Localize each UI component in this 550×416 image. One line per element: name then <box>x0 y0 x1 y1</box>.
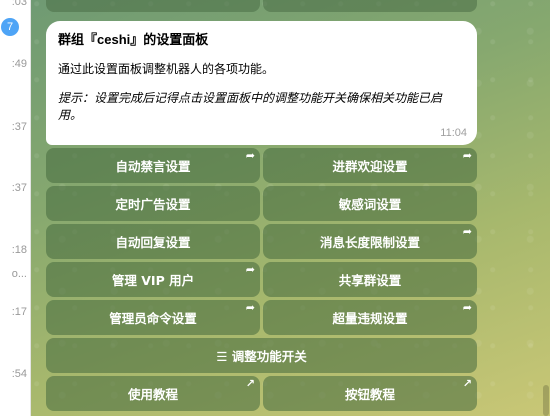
scrollbar-thumb[interactable] <box>543 385 549 416</box>
scrollbar[interactable] <box>543 0 549 416</box>
inline-keyboard: 自动禁言设置 ➦ 进群欢迎设置 ➦ 定时广告设置 敏感词设置自动回复设置 消息长度限制设置 ➦… <box>46 148 477 414</box>
chat-time: :17 <box>11 306 27 318</box>
previous-keyboard-button[interactable] <box>46 0 260 12</box>
previous-keyboard-button[interactable] <box>263 0 477 12</box>
external-link-icon: ↗ <box>462 377 472 390</box>
share-arrow-icon: ➦ <box>462 301 472 314</box>
keyboard-row: ☰ 调整功能开关 <box>46 338 477 373</box>
keyboard-button-label: 自动禁言设置 <box>115 159 191 174</box>
keyboard-button-label: 共享群设置 <box>338 273 402 288</box>
keyboard-button-label: 消息长度限制设置 <box>319 235 420 250</box>
chat-time: :37 <box>11 182 27 194</box>
keyboard-button[interactable]: 超量违规设置 ➦ <box>263 300 477 335</box>
keyboard-button-label: 自动回复设置 <box>115 235 191 250</box>
keyboard-row: 定时广告设置 敏感词设置 <box>46 186 477 221</box>
keyboard-button-label: 使用教程 <box>127 387 178 402</box>
keyboard-row: 管理员命令设置 ➦ 超量违规设置 ➦ <box>46 300 477 335</box>
chat-time: :03 <box>11 0 27 8</box>
unread-badge: 7 <box>1 18 19 36</box>
keyboard-row: 管理 VIP 用户 ➦ 共享群设置 <box>46 262 477 297</box>
message-time: 11:04 <box>440 127 467 139</box>
keyboard-button-label: 按钮教程 <box>344 387 395 402</box>
keyboard-button[interactable]: 消息长度限制设置 ➦ <box>263 224 477 259</box>
chat-list-strip: :03 7 :49 :37 :37 :18 o... :17 :54 <box>0 0 31 416</box>
chat-area: 群组『ceshi』的设置面板 通过此设置面板调整机器人的各项功能。 提示：设置完… <box>31 0 550 416</box>
keyboard-button[interactable]: 进群欢迎设置 ➦ <box>263 148 477 183</box>
message-text: 通过此设置面板调整机器人的各项功能。 <box>58 62 275 76</box>
share-arrow-icon: ➦ <box>462 225 472 238</box>
keyboard-button-label: 管理 VIP 用户 <box>111 273 195 288</box>
keyboard-button[interactable]: 共享群设置 <box>263 262 477 297</box>
chat-time: :54 <box>11 368 27 380</box>
keyboard-button[interactable]: 使用教程 ↗ <box>46 376 260 411</box>
chat-time: :18 <box>11 244 27 256</box>
keyboard-row: 使用教程 ↗ 按钮教程 ↗ <box>46 376 477 411</box>
keyboard-button[interactable]: 自动禁言设置 ➦ <box>46 148 260 183</box>
share-arrow-icon: ➦ <box>245 149 255 162</box>
keyboard-button-label: 管理员命令设置 <box>109 311 197 326</box>
keyboard-button-label: 超量违规设置 <box>332 311 408 326</box>
keyboard-button[interactable]: 定时广告设置 <box>46 186 260 221</box>
message-hint: 提示：设置完成后记得点击设置面板中的调整功能开关确保相关功能已启用。 <box>58 91 443 122</box>
message-title: 群组『ceshi』的设置面板 <box>58 32 209 47</box>
keyboard-row: 自动回复设置 消息长度限制设置 ➦ <box>46 224 477 259</box>
keyboard-button-label: ☰ 调整功能开关 <box>216 349 307 364</box>
share-arrow-icon: ➦ <box>245 263 255 276</box>
external-link-icon: ↗ <box>245 377 255 390</box>
keyboard-button[interactable]: 管理员命令设置 ➦ <box>46 300 260 335</box>
chat-preview-stub: o... <box>11 268 27 280</box>
keyboard-button[interactable]: 自动回复设置 <box>46 224 260 259</box>
keyboard-button-label: 敏感词设置 <box>338 197 402 212</box>
keyboard-button-label: 定时广告设置 <box>115 197 191 212</box>
keyboard-row: 自动禁言设置 ➦ 进群欢迎设置 ➦ <box>46 148 477 183</box>
keyboard-button[interactable]: 按钮教程 ↗ <box>263 376 477 411</box>
share-arrow-icon: ➦ <box>462 149 472 162</box>
keyboard-button-label: 进群欢迎设置 <box>332 159 408 174</box>
keyboard-button[interactable]: 敏感词设置 <box>263 186 477 221</box>
chat-time: :37 <box>11 121 27 133</box>
settings-message-bubble: 群组『ceshi』的设置面板 通过此设置面板调整机器人的各项功能。 提示：设置完… <box>46 21 477 145</box>
keyboard-button[interactable]: ☰ 调整功能开关 <box>46 338 477 373</box>
share-arrow-icon: ➦ <box>245 301 255 314</box>
keyboard-button[interactable]: 管理 VIP 用户 ➦ <box>46 262 260 297</box>
chat-time: :49 <box>11 58 27 70</box>
